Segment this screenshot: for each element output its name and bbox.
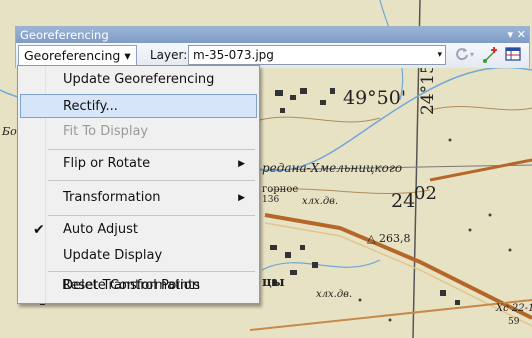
menu-item-label: Update Display (63, 248, 163, 263)
menu-item-label: Reset Transformation (62, 278, 200, 293)
georeferencing-toolbar: Georeferencing ▾ ✕ Georeferencing ▾ Laye… (15, 26, 530, 68)
menu-item-label: Flip or Rotate (63, 156, 151, 171)
map-label-number: 02 (414, 183, 437, 204)
menu-item-update-display[interactable]: Update Display (20, 244, 257, 268)
map-label: 59 (508, 317, 520, 327)
layer-select[interactable]: m-35-073.jpg ▾ (188, 45, 446, 65)
menu-separator (48, 180, 255, 181)
map-label-town: редана-Хмельницкого (262, 161, 403, 175)
menu-item-label: Update Georeferencing (63, 72, 215, 87)
map-label: хлх.дв. (302, 196, 339, 207)
submenu-arrow-icon: ▶ (238, 159, 245, 169)
map-label: 136 (262, 195, 280, 205)
map-label-elevation: △ 263,8 (367, 232, 411, 245)
checkmark-icon: ✔ (33, 222, 45, 238)
map-label: цы (262, 275, 285, 290)
menu-item-label: Fit To Display (63, 124, 149, 139)
add-control-points-icon[interactable] (481, 46, 500, 64)
menu-separator (48, 271, 255, 272)
map-label: Бо (2, 125, 17, 138)
georeferencing-menu-button[interactable]: Georeferencing ▾ (18, 45, 137, 66)
menu-item-label: Auto Adjust (63, 222, 138, 237)
menu-item-flip-or-rotate[interactable]: Flip or Rotate ▶ (20, 152, 257, 176)
menu-item-reset-transformation[interactable]: Reset Transformation (19, 274, 256, 298)
menu-item-transformation[interactable]: Transformation ▶ (20, 186, 257, 210)
chevron-down-icon: ▾ (437, 50, 442, 60)
toolbar-title: Georeferencing (20, 28, 109, 42)
menu-item-rectify[interactable]: Rectify... (20, 94, 257, 118)
menu-item-label: Rectify... (63, 99, 118, 114)
map-label-number: 24 (391, 190, 416, 212)
layer-label: Layer: (150, 48, 188, 62)
submenu-arrow-icon: ▶ (238, 193, 245, 203)
menu-item-update-georeferencing[interactable]: Update Georeferencing (20, 68, 257, 92)
menu-item-fit-to-display: Fit To Display (20, 120, 257, 144)
close-icon[interactable]: ✕ (517, 27, 526, 43)
toolbar-title-bar[interactable]: Georeferencing ▾ ✕ (16, 27, 529, 43)
layer-select-value: m-35-073.jpg (193, 48, 274, 62)
map-label: хлх.дв. (316, 289, 353, 300)
menu-item-label: Transformation (63, 190, 161, 205)
map-label-coord: 49°50' (343, 87, 407, 109)
view-link-table-icon[interactable] (503, 46, 522, 64)
rotate-dropdown-icon[interactable]: ▾ (468, 46, 476, 64)
map-label: Хс 22-12 (496, 303, 532, 314)
menu-item-auto-adjust[interactable]: ✔ Auto Adjust (20, 218, 257, 242)
menu-separator (48, 149, 255, 150)
georeferencing-menu: Update Georeferencing Rectify... Fit To … (17, 65, 260, 304)
map-label: горное (262, 184, 299, 195)
map-label-coord-vertical: 24°15 (418, 63, 438, 115)
toolbar-options-icon[interactable]: ▾ (507, 27, 513, 43)
menu-separator (48, 215, 255, 216)
